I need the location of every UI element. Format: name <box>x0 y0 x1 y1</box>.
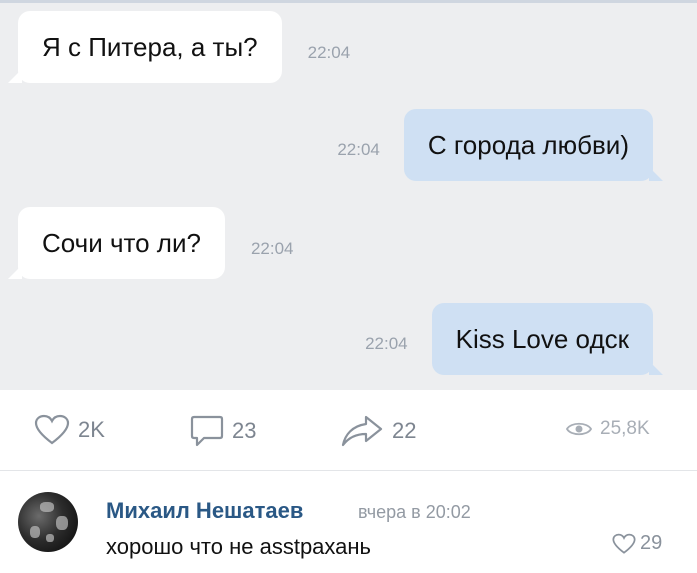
message-time: 22:04 <box>250 239 294 258</box>
message-time: 22:04 <box>307 43 351 62</box>
comment-author[interactable]: Михаил Нешатаев <box>106 498 303 524</box>
message-incoming: Сочи что ли? 22:04 <box>8 207 294 279</box>
message-outgoing: 22:04 Kiss Love одск <box>365 303 664 375</box>
avatar[interactable] <box>18 492 78 552</box>
message-bubble: С города любви) <box>403 109 664 181</box>
like-count: 2K <box>78 417 105 442</box>
views-counter: 25,8K <box>566 418 650 440</box>
message-time: 22:04 <box>365 334 408 353</box>
message-bubble: Я с Питера, а ты? <box>8 11 282 83</box>
post-actions-bar: 2K 23 22 25,8K <box>0 390 697 471</box>
comment-timestamp[interactable]: вчера в 20:02 <box>358 502 471 523</box>
like-button[interactable]: 2K <box>34 414 105 446</box>
comment-icon <box>190 415 224 447</box>
views-count: 25,8K <box>600 418 650 439</box>
comment-text: хорошо что не asstрахань <box>106 534 372 559</box>
message-outgoing: 22:04 С города любви) <box>337 109 664 181</box>
heart-icon <box>34 414 70 445</box>
comment: Михаил Нешатаев вчера в 20:02 хорошо что… <box>0 470 697 573</box>
share-icon <box>341 415 383 447</box>
comment-button[interactable]: 23 <box>190 414 256 448</box>
comment-count: 23 <box>232 418 257 443</box>
message-incoming: Я с Питера, а ты? 22:04 <box>8 11 351 83</box>
heart-icon <box>612 533 636 554</box>
eye-icon <box>566 422 592 436</box>
share-count: 22 <box>392 418 417 443</box>
share-button[interactable]: 22 <box>340 414 416 448</box>
chat-screenshot: Я с Питера, а ты? 22:04 22:04 С города л… <box>0 0 697 390</box>
comment-like-count: 29 <box>640 532 663 554</box>
message-bubble: Сочи что ли? <box>8 207 225 279</box>
comment-like-button[interactable]: 29 <box>612 532 662 555</box>
message-time: 22:04 <box>337 140 380 159</box>
message-bubble: Kiss Love одск <box>431 303 664 375</box>
